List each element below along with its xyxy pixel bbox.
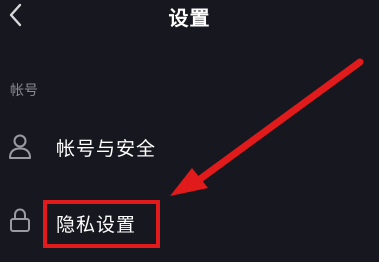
header-bar: 设置 (0, 0, 379, 48)
lock-icon (10, 208, 30, 232)
section-label-account: 帐号 (10, 83, 38, 99)
menu-item-label: 帐号与安全 (56, 138, 157, 160)
menu-item-account-security[interactable]: 帐号与安全 (0, 122, 379, 172)
highlight-box (43, 200, 160, 248)
page-title: 设置 (168, 6, 211, 30)
user-icon (9, 134, 31, 159)
